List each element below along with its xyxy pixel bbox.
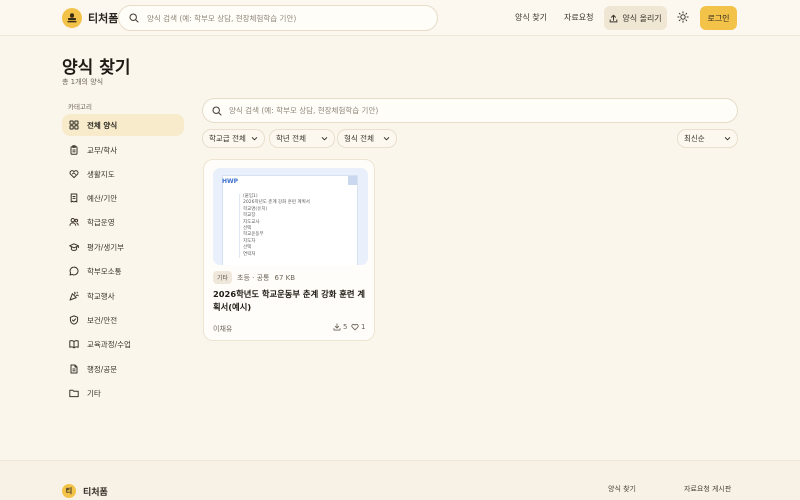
preview-lines: (붙임1) 2026학년도 춘계 강화 훈련 계획서 학교명(유치) 학교장 지… <box>239 194 310 259</box>
sidebar-item-label: 평가/생기부 <box>87 242 125 252</box>
sidebar-item-label: 예산/기안 <box>87 193 118 203</box>
document-preview: (붙임1) 2026학년도 춘계 강화 훈련 계획서 학교명(유치) 학교장 지… <box>223 176 357 265</box>
sidebar-item-label: 생활지도 <box>87 169 115 179</box>
preview-line: 2026학년도 춘계 강화 훈련 계획서 <box>243 200 310 206</box>
sidebar-item-guidance[interactable]: 생활지도 <box>62 163 184 185</box>
heart-icon <box>351 323 359 331</box>
shield-icon <box>69 315 79 325</box>
chevron-down-icon <box>251 137 258 141</box>
chevron-down-icon <box>724 137 731 141</box>
main-search[interactable] <box>202 98 738 123</box>
upload-button-label: 양식 올리기 <box>622 13 662 23</box>
sun-icon <box>677 11 689 23</box>
footer-logo-badge: 티 <box>62 484 76 498</box>
theme-toggle-button[interactable] <box>676 10 690 24</box>
school-level-text: 초등 · 공통 <box>237 273 270 282</box>
download-icon <box>333 323 341 331</box>
school-level-filter[interactable]: 학교급 전체 <box>202 129 265 148</box>
chevron-down-icon <box>383 137 390 141</box>
footer-link-find[interactable]: 양식 찾기 <box>608 484 636 494</box>
sidebar-item-evaluation[interactable]: 평가/생기부 <box>62 236 184 258</box>
document-icon <box>70 364 78 374</box>
sidebar-item-label: 학급운영 <box>87 217 115 227</box>
sidebar-item-label: 행정/공문 <box>87 364 118 374</box>
form-thumbnail: (붙임1) 2026학년도 춘계 강화 훈련 계획서 학교명(유치) 학교장 지… <box>213 168 368 265</box>
author-name: 이채유 <box>213 325 233 333</box>
nav-requests[interactable]: 자료요청 <box>564 12 593 23</box>
sidebar-item-classroom[interactable]: 학급운영 <box>62 211 184 233</box>
sidebar-item-all[interactable]: 전체 양식 <box>62 114 184 136</box>
grade-filter[interactable]: 학년 전체 <box>269 129 335 148</box>
sidebar-item-events[interactable]: 학교행사 <box>62 285 184 307</box>
sidebar-item-administration[interactable]: 행정/공문 <box>62 358 184 380</box>
header-search-input[interactable] <box>147 13 407 23</box>
chevron-down-icon <box>321 137 328 141</box>
brand-name: 티처폼 <box>88 12 119 25</box>
sidebar-item-safety[interactable]: 보건/안전 <box>62 309 184 331</box>
form-count: 총 1개의 양식 <box>62 78 104 86</box>
sidebar-item-label: 교무/학사 <box>87 145 118 155</box>
folder-icon <box>69 389 79 398</box>
top-header: 티처폼 양식 찾기 자료요청 양식 올리기 로그인 <box>0 0 800 36</box>
filter-label: 학년 전체 <box>276 134 306 143</box>
nav-find-forms[interactable]: 양식 찾기 <box>515 12 547 23</box>
sidebar-item-label: 전체 양식 <box>87 120 118 130</box>
card-title[interactable]: 2026학년도 학교운동부 춘계 강화 훈련 계획서(예시) <box>213 288 368 313</box>
heart-handshake-icon <box>69 170 79 179</box>
grid-icon <box>69 120 79 130</box>
sidebar-item-label: 교육과정/수업 <box>87 339 131 349</box>
book-icon <box>69 340 79 349</box>
download-count: 5 <box>333 323 347 331</box>
sidebar-item-academic[interactable]: 교무/학사 <box>62 139 184 161</box>
footer <box>0 460 800 500</box>
graduation-cap-icon <box>69 243 79 251</box>
sidebar-item-budget[interactable]: 예산/기안 <box>62 187 184 209</box>
upload-icon <box>610 14 618 22</box>
sidebar-item-parents[interactable]: 학부모소통 <box>62 260 184 282</box>
like-count[interactable]: 1 <box>351 323 365 331</box>
filter-label: 형식 전체 <box>344 134 374 143</box>
sidebar-item-label: 기타 <box>87 388 101 398</box>
clipboard-icon <box>70 145 78 155</box>
users-icon <box>69 218 79 226</box>
category-label: 카테고리 <box>68 103 92 111</box>
sort-select[interactable]: 최신순 <box>677 129 738 148</box>
stamp-logo-icon <box>62 8 82 28</box>
upload-button[interactable]: 양식 올리기 <box>604 6 667 30</box>
footer-link-board[interactable]: 자료요청 게시판 <box>684 484 731 494</box>
sidebar-item-label: 보건/안전 <box>87 315 118 325</box>
sort-label: 최신순 <box>684 134 705 143</box>
brand-logo[interactable]: 티처폼 <box>62 8 118 28</box>
sidebar-item-label: 학부모소통 <box>87 266 122 276</box>
page-title: 양식 찾기 <box>62 58 131 78</box>
receipt-icon <box>70 193 78 203</box>
chat-icon <box>69 266 79 276</box>
login-button[interactable]: 로그인 <box>700 6 737 30</box>
main-search-input[interactable] <box>229 106 709 115</box>
like-count-value: 1 <box>361 323 366 331</box>
sidebar-item-label: 학교행사 <box>87 291 115 301</box>
file-size: 67 KB <box>274 273 296 282</box>
preview-line: 연락처 <box>243 251 256 257</box>
footer-logo[interactable]: 티 티처폼 <box>62 484 108 498</box>
party-icon <box>69 291 79 301</box>
hwp-badge: HWP <box>222 178 239 185</box>
format-filter[interactable]: 형식 전체 <box>337 129 397 148</box>
filter-label: 학교급 전체 <box>209 134 246 143</box>
sidebar-item-other[interactable]: 기타 <box>62 382 184 404</box>
category-tag: 기타 <box>213 271 233 284</box>
search-icon <box>212 105 222 116</box>
sidebar-item-curriculum[interactable]: 교육과정/수업 <box>62 333 184 355</box>
card-meta: 기타 초등 · 공통 67 KB <box>213 271 295 284</box>
footer-brand-name: 티처폼 <box>83 487 108 498</box>
search-icon <box>129 13 139 23</box>
page-fold-icon <box>348 176 357 185</box>
download-count-value: 5 <box>343 323 348 331</box>
form-card[interactable]: (붙임1) 2026학년도 춘계 강화 훈련 계획서 학교명(유치) 학교장 지… <box>203 159 375 341</box>
header-search[interactable] <box>118 5 438 31</box>
